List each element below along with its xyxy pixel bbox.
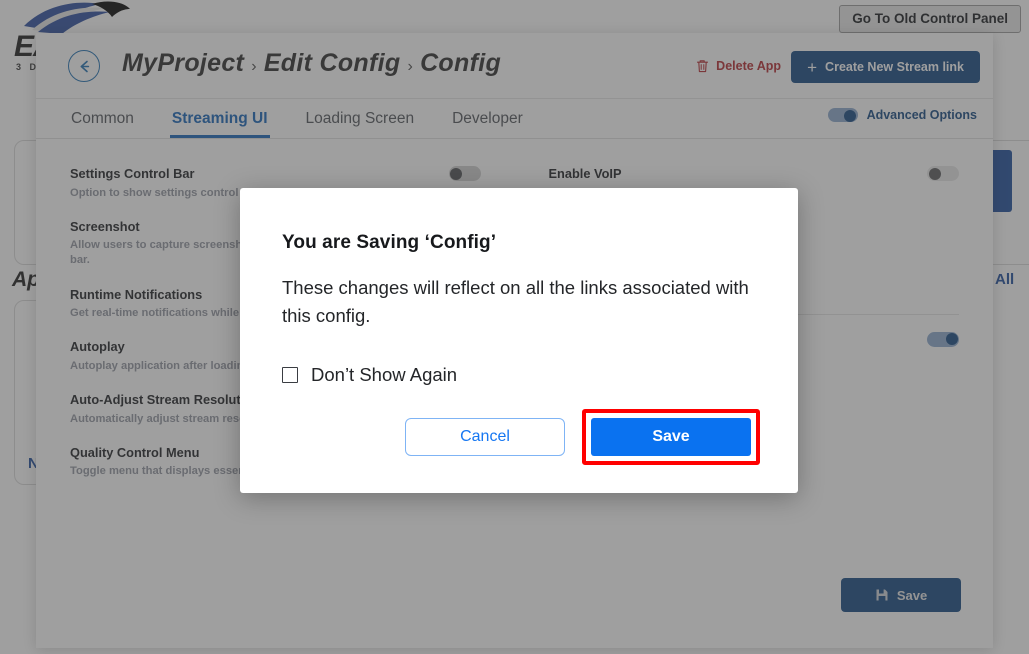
- save-confirmation-modal: You are Saving ‘Config’ These changes wi…: [240, 188, 798, 493]
- modal-title: You are Saving ‘Config’: [282, 232, 497, 253]
- dont-show-again-checkbox[interactable]: Don’t Show Again: [282, 364, 756, 386]
- app-root: EA 3 D Go To Old Control Panel Ap All N …: [0, 0, 1029, 654]
- modal-actions: Cancel Save: [405, 409, 760, 465]
- dont-show-again-label: Don’t Show Again: [311, 364, 458, 386]
- modal-save-highlight: Save: [582, 409, 760, 465]
- modal-message: These changes will reflect on all the li…: [282, 277, 749, 327]
- modal-cancel-button[interactable]: Cancel: [405, 418, 565, 456]
- checkbox-box-icon[interactable]: [282, 367, 298, 384]
- modal-save-button[interactable]: Save: [591, 418, 751, 456]
